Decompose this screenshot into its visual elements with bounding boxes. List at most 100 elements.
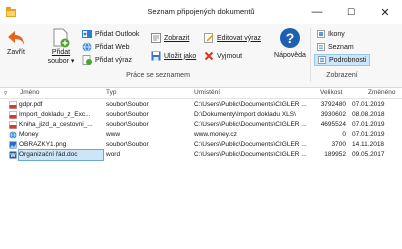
file-size: 3792480	[320, 101, 346, 108]
file-name: gdpr.pdf	[19, 101, 43, 108]
pdf-icon	[9, 101, 17, 109]
help-label: Nápověda	[274, 52, 306, 59]
details-view-icon	[318, 56, 326, 64]
save-icon	[151, 51, 161, 61]
edit-icon	[204, 33, 214, 43]
view-list-label: Seznam	[328, 43, 354, 51]
add-file-sublabel: soubor ▾	[47, 58, 75, 65]
help-icon: ?	[280, 28, 300, 48]
file-type: soubor\Soubor	[106, 111, 149, 118]
table-row[interactable]: Kniha_jizd_a_cestovni_... soubor\Soubor C:…	[0, 120, 402, 130]
file-modified: 09.05.2017	[352, 151, 385, 158]
column-type[interactable]: Typ	[106, 89, 116, 96]
file-modified: 07.01.2019	[352, 121, 385, 128]
file-size: 3930602	[320, 111, 346, 118]
close-list-label: Zavřít	[7, 49, 25, 56]
file-modified: 08.08.2018	[352, 111, 385, 118]
table-row[interactable]: W Organizační řád.doc word C:\Users\Public\…	[0, 149, 402, 161]
add-web-button[interactable]: Přidat Web	[82, 41, 130, 53]
column-size[interactable]: Velikost	[320, 89, 342, 96]
ribbon-separator	[310, 28, 311, 82]
file-name: OBRAZKY1.png	[19, 141, 67, 148]
file-size: 189952	[324, 151, 346, 158]
remove-label: Vyjmout	[217, 52, 243, 60]
show-button[interactable]: Zobrazit	[151, 32, 189, 44]
column-location[interactable]: Umístění	[194, 89, 220, 96]
file-type: soubor\Soubor	[106, 101, 149, 108]
file-modified: 07.01.2019	[352, 131, 385, 138]
file-type: soubor\Soubor	[106, 141, 149, 148]
file-modified: 14.11.2018	[352, 141, 385, 148]
file-size: 0	[342, 131, 346, 138]
table-row[interactable]: OBRAZKY1.png soubor\Soubor C:\Users\Public…	[0, 140, 402, 150]
table-row[interactable]: Import_dokladu_z_Exc... soubor\Soubor D:\D…	[0, 110, 402, 120]
help-button[interactable]: ? Nápověda	[270, 27, 310, 60]
file-name: Kniha_jizd_a_cestovni_...	[19, 121, 93, 128]
column-name[interactable]: Jméno	[20, 89, 40, 96]
add-outlook-button[interactable]: Přidat Outlook	[82, 28, 139, 40]
save-as-label: Uložit jako	[164, 52, 197, 60]
table-row[interactable]: gdpr.pdf soubor\Soubor C:\Users\Public\Doc…	[0, 100, 402, 110]
file-name: Import_dokladu_z_Exc...	[19, 111, 91, 118]
file-modified: 07.01.2019	[352, 101, 385, 108]
view-details-button[interactable]: Podrobnosti	[314, 54, 370, 66]
remove-icon	[204, 51, 214, 61]
list-header: ▿ Jméno Typ Umístění Velikost Změněno	[0, 88, 402, 99]
back-arrow-icon	[8, 31, 24, 45]
add-file-label: Přidat	[51, 49, 71, 56]
file-type: word	[106, 151, 121, 158]
pdf-icon	[9, 111, 17, 119]
file-size: 4695524	[320, 121, 346, 128]
add-expression-button[interactable]: Přidat výraz	[82, 54, 132, 66]
table-row[interactable]: Money www www.money.cz 0 07.01.2019	[0, 130, 402, 140]
maximize-button[interactable]: ☐	[334, 0, 368, 24]
close-window-button[interactable]: ✕	[368, 0, 402, 24]
list-group-label: Práce se seznamem	[126, 72, 190, 79]
file-type: soubor\Soubor	[106, 121, 149, 128]
file-name: Money	[19, 131, 39, 138]
outlook-icon	[82, 30, 92, 38]
sort-indicator-icon: ▿	[4, 90, 8, 97]
file-location: C:\Users\Public\Documents\CIGLER ...	[194, 151, 307, 158]
list-view-icon	[317, 43, 325, 51]
add-file-icon	[53, 28, 70, 48]
add-expression-icon	[82, 55, 92, 65]
ribbon: Zavřít Přidat soubor ▾ Přidat Outlook Př…	[0, 24, 402, 88]
image-icon	[9, 141, 17, 149]
minimize-button[interactable]: —	[300, 0, 334, 24]
file-name: Organizační řád.doc	[18, 149, 104, 161]
svg-text:W: W	[10, 153, 16, 159]
svg-text:?: ?	[286, 30, 295, 46]
add-outlook-label: Přidat Outlook	[95, 30, 140, 38]
view-details-label: Podrobnosti	[329, 56, 367, 64]
close-list-button[interactable]: Zavřít	[4, 27, 28, 57]
view-icons-label: Ikony	[328, 30, 345, 38]
add-expression-label: Přidat výraz	[95, 56, 132, 64]
remove-button[interactable]: Vyjmout	[204, 50, 242, 62]
pdf-icon	[9, 121, 17, 129]
file-size: 3700	[331, 141, 346, 148]
view-group-label: Zobrazení	[326, 72, 358, 79]
show-label: Zobrazit	[164, 34, 190, 42]
save-as-button[interactable]: Uložit jako	[151, 50, 196, 62]
file-type: www	[106, 131, 121, 138]
file-location: C:\Users\Public\Documents\CIGLER ...	[194, 121, 307, 128]
add-file-button[interactable]: Přidat soubor ▾	[46, 27, 76, 66]
globe-icon	[82, 42, 92, 52]
title-bar: Seznam připojených dokumentů — ☐ ✕	[0, 0, 402, 24]
add-web-label: Přidat Web	[95, 43, 130, 51]
show-icon	[151, 33, 161, 43]
word-icon: W	[9, 151, 17, 159]
file-location: D:\Dokumenty\Import dokladu XLS\	[194, 111, 296, 118]
edit-expression-label: Editovat výraz	[217, 34, 261, 42]
file-location: www.money.cz	[194, 131, 237, 138]
view-list-button[interactable]: Seznam	[314, 41, 370, 53]
file-location: C:\Users\Public\Documents\CIGLER ...	[194, 101, 307, 108]
view-icons-button[interactable]: Ikony	[314, 28, 370, 40]
web-icon	[9, 131, 17, 139]
icons-view-icon	[317, 30, 325, 38]
document-list: gdpr.pdf soubor\Soubor C:\Users\Public\Doc…	[0, 100, 402, 249]
file-location: C:\Users\Public\Documents\CIGLER ...	[194, 141, 307, 148]
column-modified[interactable]: Změněno	[368, 89, 395, 96]
edit-expression-button[interactable]: Editovat výraz	[204, 32, 261, 44]
